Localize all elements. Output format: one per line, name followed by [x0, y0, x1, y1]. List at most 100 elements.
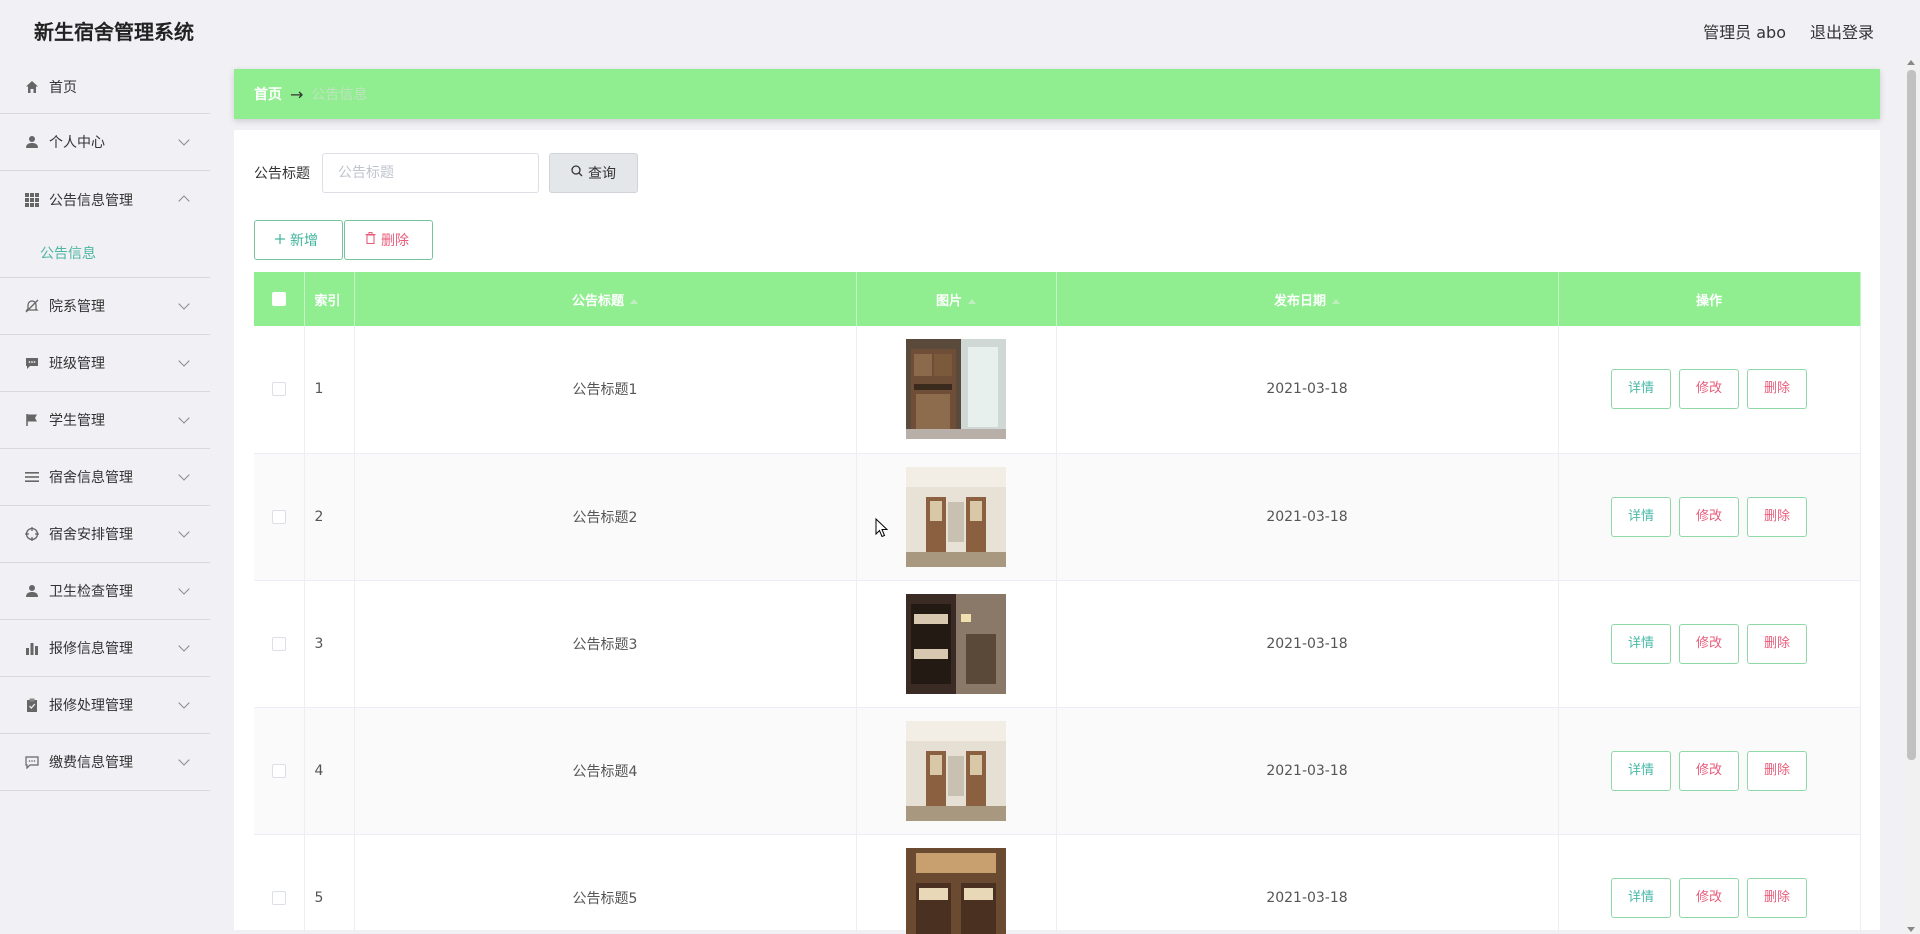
sidebar-item-repair-handle[interactable]: 报修处理管理 — [0, 677, 210, 734]
page-scrollbar[interactable] — [1903, 60, 1920, 934]
scroll-up-icon[interactable] — [1907, 60, 1915, 65]
edit-button[interactable]: 修改 — [1679, 877, 1739, 918]
app-title: 新生宿舍管理系统 — [34, 20, 194, 44]
sidebar-item-label: 班级管理 — [49, 356, 105, 372]
search-label: 公告标题 — [254, 166, 310, 182]
edit-button[interactable]: 修改 — [1679, 623, 1739, 664]
dorm-photo-2[interactable] — [906, 466, 1006, 567]
row-ops: 详情 修改 删除 — [1558, 326, 1861, 453]
sidebar-item-personal[interactable]: 个人中心 — [0, 114, 210, 171]
scroll-down-icon[interactable] — [1907, 927, 1915, 932]
user-label: 管理员 abo — [1703, 23, 1786, 42]
batch-delete-label: 删除 — [381, 233, 409, 249]
row-checkbox[interactable] — [271, 763, 286, 778]
row-index: 1 — [304, 326, 355, 453]
detail-button[interactable]: 详情 — [1611, 496, 1671, 537]
delete-button[interactable]: 删除 — [1747, 623, 1807, 664]
sidebar-item-class[interactable]: 班级管理 — [0, 335, 210, 392]
add-button-label: 新增 — [290, 233, 318, 249]
clipboard-icon — [24, 697, 40, 713]
breadcrumb: 首页 → 公告信息 — [234, 69, 1880, 119]
detail-button[interactable]: 详情 — [1611, 877, 1671, 918]
logout-link[interactable]: 退出登录 — [1810, 19, 1874, 43]
notice-table: 索引 公告标题 图片 发布日期 操作 1 公告标题1 2021-03-18 详情… — [254, 272, 1861, 934]
row-checkbox[interactable] — [271, 636, 286, 651]
edit-button[interactable]: 修改 — [1679, 496, 1739, 537]
row-title: 公告标题5 — [354, 834, 857, 934]
delete-button[interactable]: 删除 — [1747, 750, 1807, 791]
sidebar-item-label: 报修信息管理 — [49, 641, 133, 657]
delete-button[interactable]: 删除 — [1747, 496, 1807, 537]
grid-icon — [24, 192, 40, 208]
sort-icon[interactable] — [1332, 298, 1340, 304]
row-date: 2021-03-18 — [1056, 326, 1559, 453]
breadcrumb-current: 公告信息 — [311, 87, 368, 103]
row-ops: 详情 修改 删除 — [1558, 707, 1861, 834]
search-button-label: 查询 — [588, 166, 616, 182]
delete-button[interactable]: 删除 — [1747, 877, 1807, 918]
header-user-area: 管理员 abo 退出登录 — [1703, 19, 1874, 43]
header-ops: 操作 — [1558, 272, 1861, 326]
row-date: 2021-03-18 — [1056, 707, 1559, 834]
sidebar-item-dorm-info[interactable]: 宿舍信息管理 — [0, 449, 210, 506]
row-checkbox[interactable] — [271, 890, 286, 905]
sort-icon[interactable] — [630, 298, 638, 304]
chevron-down-icon — [178, 526, 190, 538]
detail-button[interactable]: 详情 — [1611, 369, 1671, 410]
dorm-photo-3[interactable] — [906, 593, 1006, 694]
row-checkbox[interactable] — [271, 382, 286, 397]
header-image[interactable]: 图片 — [856, 272, 1057, 326]
sidebar-item-dorm-arrange[interactable]: 宿舍安排管理 — [0, 506, 210, 563]
message-icon — [24, 355, 40, 371]
detail-button[interactable]: 详情 — [1611, 623, 1671, 664]
bar-chart-icon — [24, 640, 40, 656]
add-button[interactable]: 新增 — [254, 220, 343, 260]
dorm-photo-4[interactable] — [906, 720, 1006, 821]
sidebar-item-label: 个人中心 — [49, 135, 105, 151]
sort-icon[interactable] — [968, 298, 976, 304]
list-icon — [24, 469, 40, 485]
top-header: 新生宿舍管理系统 管理员 abo 退出登录 — [0, 0, 1920, 60]
search-input[interactable] — [322, 153, 539, 193]
select-all-checkbox[interactable] — [271, 292, 286, 306]
chevron-down-icon — [178, 697, 190, 709]
chat-icon — [24, 754, 40, 770]
sidebar-item-department[interactable]: 院系管理 — [0, 278, 210, 335]
sidebar-item-repair-info[interactable]: 报修信息管理 — [0, 620, 210, 677]
edit-button[interactable]: 修改 — [1679, 369, 1739, 410]
sidebar-subitem-notice[interactable]: 公告信息 — [0, 228, 210, 278]
header-date[interactable]: 发布日期 — [1056, 272, 1559, 326]
row-ops: 详情 修改 删除 — [1558, 453, 1861, 580]
table-row: 2 公告标题2 2021-03-18 详情 修改 删除 — [254, 453, 1861, 580]
sidebar-item-home[interactable]: 首页 — [0, 60, 210, 114]
edit-button[interactable]: 修改 — [1679, 750, 1739, 791]
sidebar-item-label: 首页 — [49, 79, 77, 96]
row-checkbox[interactable] — [271, 509, 286, 524]
user-icon — [24, 134, 40, 150]
dorm-photo-1[interactable] — [906, 339, 1006, 440]
header-title[interactable]: 公告标题 — [354, 272, 857, 326]
chevron-down-icon — [178, 412, 190, 424]
search-icon — [571, 165, 583, 181]
row-title: 公告标题4 — [354, 707, 857, 834]
batch-delete-button[interactable]: 删除 — [344, 220, 433, 260]
sidebar-item-student[interactable]: 学生管理 — [0, 392, 210, 449]
chevron-down-icon — [178, 355, 190, 367]
row-date: 2021-03-18 — [1056, 453, 1559, 580]
select-all-cell — [254, 272, 305, 326]
detail-button[interactable]: 详情 — [1611, 750, 1671, 791]
row-date: 2021-03-18 — [1056, 580, 1559, 707]
table-row: 5 公告标题5 2021-03-18 详情 修改 删除 — [254, 834, 1861, 934]
plus-icon — [275, 232, 285, 248]
delete-button[interactable]: 删除 — [1747, 369, 1807, 410]
scrollbar-thumb[interactable] — [1907, 70, 1916, 760]
sidebar-item-hygiene[interactable]: 卫生检查管理 — [0, 563, 210, 620]
chevron-up-icon — [178, 195, 190, 207]
sidebar-item-payment[interactable]: 缴费信息管理 — [0, 734, 210, 791]
dorm-photo-5[interactable] — [906, 847, 1006, 934]
breadcrumb-home[interactable]: 首页 — [254, 84, 282, 104]
mouse-cursor-icon — [875, 518, 889, 538]
sidebar-item-notice-mgmt[interactable]: 公告信息管理 — [0, 171, 210, 228]
sidebar-item-label: 报修处理管理 — [49, 698, 133, 714]
search-button[interactable]: 查询 — [549, 153, 638, 193]
